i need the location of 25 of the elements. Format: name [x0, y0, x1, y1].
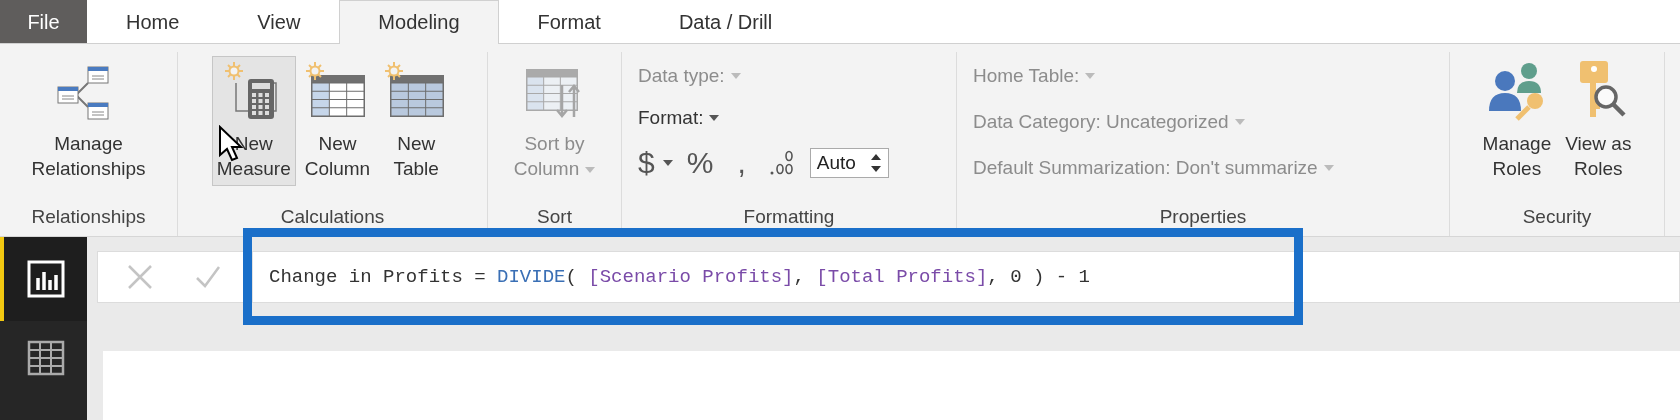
format-dropdown[interactable]: Format: — [638, 104, 889, 132]
view-tab[interactable] — [0, 237, 87, 321]
bar-chart-icon — [26, 260, 65, 298]
group-label: Relationships — [30, 205, 147, 229]
decimal-places-spinner[interactable]: Auto — [809, 148, 889, 178]
ribbon-button[interactable]: Manage Relationships — [26, 56, 151, 186]
currency-button[interactable]: $ — [638, 146, 655, 180]
group-label: Sort — [536, 205, 573, 229]
percent-button[interactable]: % — [686, 146, 714, 180]
comma-button[interactable]: , — [737, 146, 746, 180]
group-label: Formatting — [742, 205, 836, 229]
ribbon-button[interactable]: View as Roles — [1560, 56, 1637, 186]
ribbon-button[interactable]: Manage Roles — [1477, 56, 1557, 186]
grid-icon — [26, 340, 65, 376]
ribbon-button[interactable]: New Table — [379, 56, 454, 186]
group-label: Calculations — [279, 205, 386, 229]
ribbon-tab[interactable]: Modeling — [339, 0, 499, 44]
decimal-places-icon[interactable] — [769, 149, 796, 177]
ribbon-button[interactable]: New Column — [299, 56, 376, 186]
dropdown-caret-icon[interactable] — [662, 160, 673, 166]
group-label: Properties — [1158, 205, 1248, 229]
formula-bar[interactable]: Change in Profits = DIVIDE( [Scenario Profits], [Total Profits], 0 ) - 1 — [97, 251, 1680, 303]
group-label: Security — [1521, 205, 1593, 229]
formula-text: Change in Profits = DIVIDE( [Scenario Profits], [Total Profits], 0 ) - 1 — [268, 266, 1090, 288]
ribbon-tab[interactable]: File — [0, 0, 87, 43]
